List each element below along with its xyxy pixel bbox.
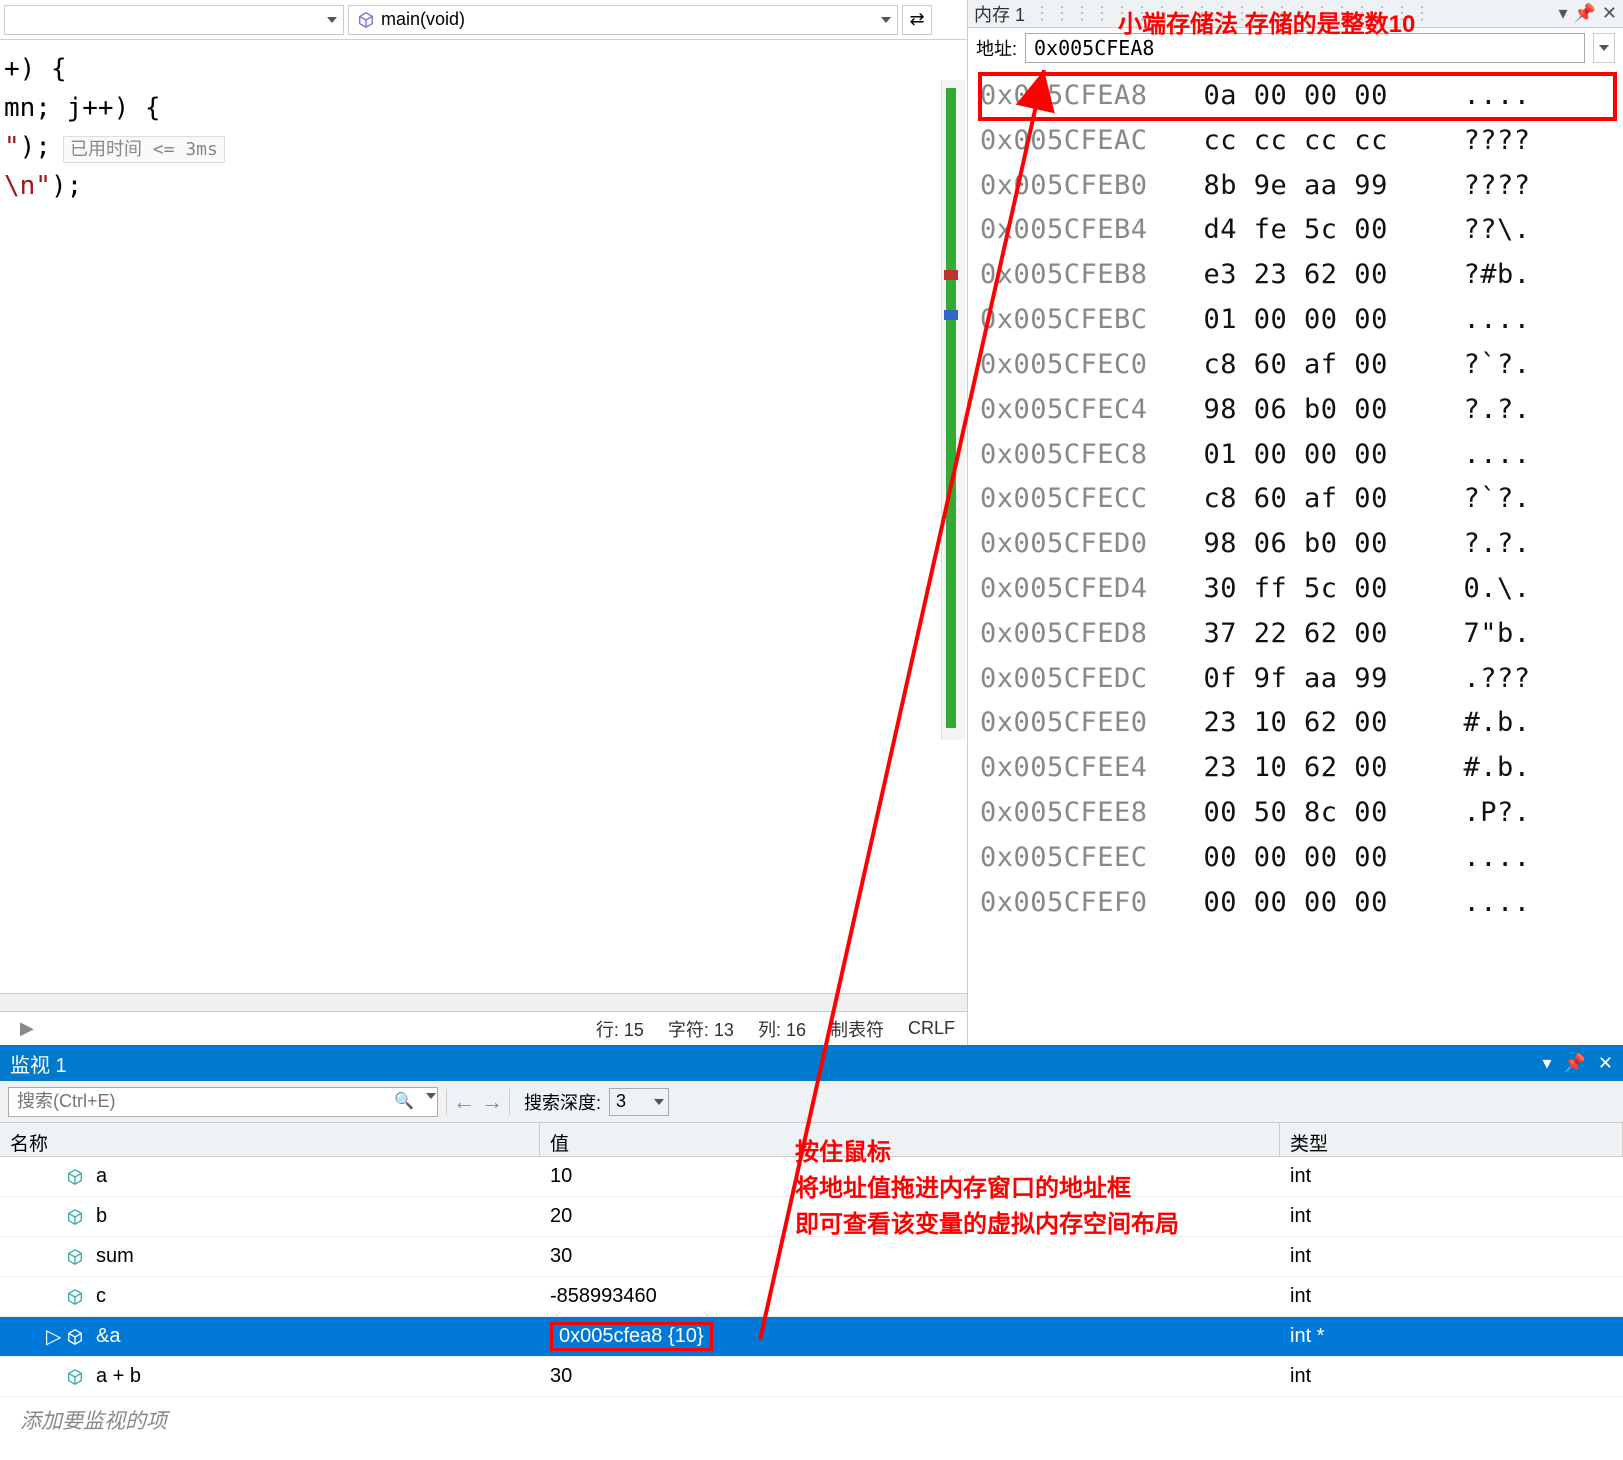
cube-icon — [66, 1328, 84, 1346]
watch-value: 30 — [540, 1365, 1280, 1388]
watch-row[interactable]: b 20int — [0, 1197, 1623, 1237]
pin-icon[interactable]: 📌 — [1563, 1053, 1585, 1074]
code-editor[interactable]: +) {mn; j++) {");已用时间 <= 3ms\n"); — [0, 40, 967, 993]
h-scrollbar[interactable] — [0, 993, 967, 1011]
cube-icon — [66, 1288, 84, 1306]
watch-title: 监视 1 — [10, 1049, 67, 1078]
depth-value: 3 — [616, 1091, 626, 1112]
close-icon[interactable]: ✕ — [1598, 1053, 1613, 1074]
watch-row[interactable]: sum 30int — [0, 1237, 1623, 1277]
memory-row[interactable]: 0x005CFEA8 0a 00 00 00 .... — [980, 74, 1615, 119]
status-char: 字符: 13 — [668, 1016, 734, 1042]
col-header-value[interactable]: 值 — [540, 1123, 1280, 1156]
watch-value: 20 — [540, 1205, 1280, 1228]
scroll-right-icon[interactable]: ▶ — [12, 1018, 42, 1039]
window-menu-icon[interactable]: ▾ — [1542, 1053, 1551, 1074]
close-icon[interactable]: ✕ — [1602, 3, 1617, 24]
watch-row[interactable]: a + b 30int — [0, 1357, 1623, 1397]
col-header-type[interactable]: 类型 — [1280, 1123, 1623, 1156]
address-label: 地址: — [976, 35, 1017, 61]
memory-row[interactable]: 0x005CFEF0 00 00 00 00 .... — [980, 881, 1615, 926]
memory-row[interactable]: 0x005CFED8 37 22 62 00 7"b. — [980, 612, 1615, 657]
search-input[interactable] — [8, 1087, 438, 1117]
watch-type: int — [1280, 1365, 1623, 1388]
function-label: main(void) — [381, 9, 465, 30]
memory-row[interactable]: 0x005CFEDC 0f 9f aa 99 .??? — [980, 657, 1615, 702]
watch-name: c — [96, 1285, 106, 1308]
watch-name: &a — [96, 1325, 120, 1348]
cube-icon — [66, 1248, 84, 1266]
memory-row[interactable]: 0x005CFEBC 01 00 00 00 .... — [980, 298, 1615, 343]
col-header-name[interactable]: 名称 — [0, 1123, 540, 1156]
memory-row[interactable]: 0x005CFEC8 01 00 00 00 .... — [980, 433, 1615, 478]
watch-row[interactable]: ▷ &a 0x005cfea8 {10} int * — [0, 1317, 1623, 1357]
memory-row[interactable]: 0x005CFEC0 c8 60 af 00 ?`?. — [980, 343, 1615, 388]
watch-type: int * — [1280, 1325, 1623, 1348]
watch-type: int — [1280, 1205, 1623, 1228]
function-dropdown[interactable]: main(void) — [348, 5, 898, 35]
address-dropdown[interactable] — [1593, 33, 1615, 63]
status-bar: ▶ 行: 15 字符: 13 列: 16 制表符 CRLF — [0, 1011, 967, 1045]
depth-dropdown[interactable]: 3 — [609, 1088, 669, 1116]
watch-value: 0x005cfea8 {10} — [550, 1322, 713, 1351]
cube-icon — [357, 11, 375, 29]
address-input[interactable] — [1025, 33, 1585, 63]
pin-icon[interactable]: 📌 — [1573, 3, 1595, 24]
memory-row[interactable]: 0x005CFEC4 98 06 b0 00 ?.?. — [980, 388, 1615, 433]
memory-row[interactable]: 0x005CFEE4 23 10 62 00 #.b. — [980, 746, 1615, 791]
grip-dots[interactable]: ⋮⋮⋮⋮⋮⋮⋮⋮⋮⋮⋮⋮⋮⋮⋮⋮⋮⋮⋮⋮ — [1033, 3, 1558, 24]
status-crlf: CRLF — [908, 1018, 955, 1039]
watch-value: -858993460 — [540, 1285, 1280, 1308]
memory-row[interactable]: 0x005CFEB8 e3 23 62 00 ?#b. — [980, 253, 1615, 298]
nav-prev-icon[interactable]: ← — [453, 1089, 475, 1115]
memory-row[interactable]: 0x005CFEE0 23 10 62 00 #.b. — [980, 701, 1615, 746]
depth-label: 搜索深度: — [524, 1089, 601, 1115]
watch-name: b — [96, 1205, 107, 1228]
watch-row[interactable]: c -858993460int — [0, 1277, 1623, 1317]
status-tabs: 制表符 — [830, 1016, 884, 1042]
watch-name: sum — [96, 1245, 134, 1268]
watch-type: int — [1280, 1165, 1623, 1188]
memory-row[interactable]: 0x005CFECC c8 60 af 00 ?`?. — [980, 477, 1615, 522]
window-menu-icon[interactable]: ▾ — [1558, 3, 1567, 24]
watch-value: 30 — [540, 1245, 1280, 1268]
watch-list[interactable]: a10intb20intsum30intc-858993460int▷&a0x0… — [0, 1157, 1623, 1460]
watch-name: a — [96, 1165, 107, 1188]
memory-row[interactable]: 0x005CFEEC 00 00 00 00 .... — [980, 836, 1615, 881]
nav-next-icon[interactable]: → — [481, 1089, 503, 1115]
memory-row[interactable]: 0x005CFEB0 8b 9e aa 99 ???? — [980, 164, 1615, 209]
add-watch-placeholder[interactable]: 添加要监视的项 — [0, 1397, 1623, 1443]
expander-icon[interactable]: ▷ — [46, 1324, 60, 1349]
watch-type: int — [1280, 1245, 1623, 1268]
status-col: 列: 16 — [758, 1016, 806, 1042]
cube-icon — [66, 1168, 84, 1186]
cube-icon — [66, 1368, 84, 1386]
memory-row[interactable]: 0x005CFEAC cc cc cc cc ???? — [980, 119, 1615, 164]
watch-type: int — [1280, 1285, 1623, 1308]
watch-row[interactable]: a 10int — [0, 1157, 1623, 1197]
swap-button[interactable]: ⇄ — [902, 5, 932, 35]
memory-row[interactable]: 0x005CFEE8 00 50 8c 00 .P?. — [980, 791, 1615, 836]
watch-value: 10 — [540, 1165, 1280, 1188]
memory-title: 内存 1 — [974, 1, 1025, 27]
scrollbar-gutter[interactable] — [941, 80, 965, 740]
memory-view[interactable]: 0x005CFEA8 0a 00 00 00 ....0x005CFEAC cc… — [968, 68, 1623, 1045]
memory-row[interactable]: 0x005CFEB4 d4 fe 5c 00 ??\. — [980, 208, 1615, 253]
memory-row[interactable]: 0x005CFED4 30 ff 5c 00 0.\. — [980, 567, 1615, 612]
cube-icon — [66, 1208, 84, 1226]
status-line: 行: 15 — [596, 1016, 644, 1042]
watch-name: a + b — [96, 1365, 141, 1388]
scope-dropdown[interactable] — [4, 5, 344, 35]
memory-row[interactable]: 0x005CFED0 98 06 b0 00 ?.?. — [980, 522, 1615, 567]
